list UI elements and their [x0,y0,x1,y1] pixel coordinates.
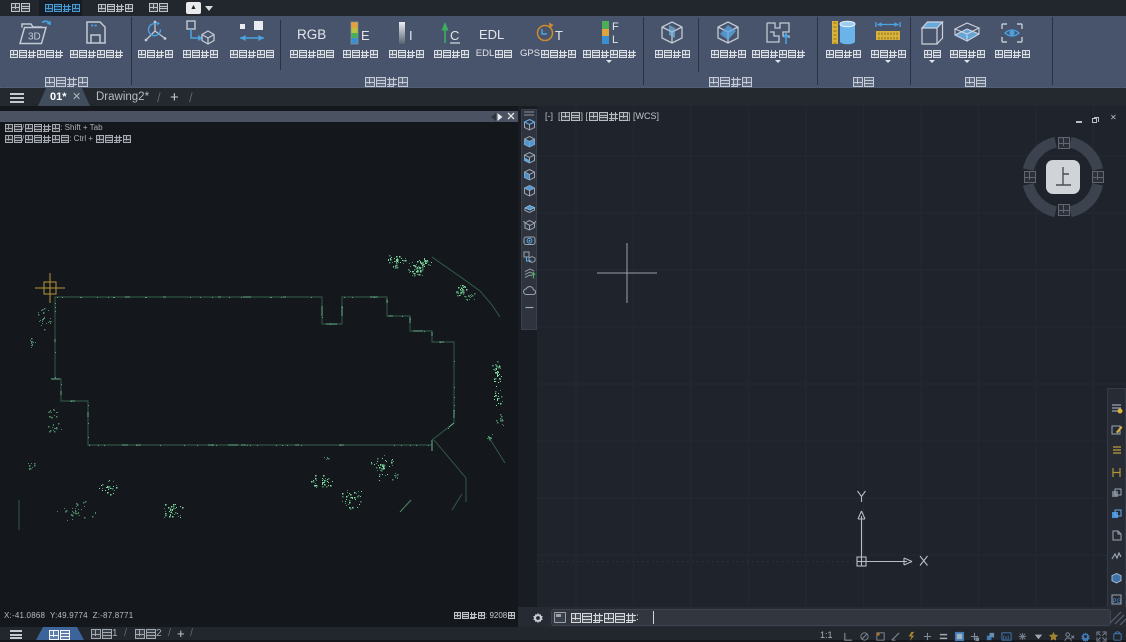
svg-text:EDL: EDL [479,27,504,42]
svg-text:PG: PG [1113,599,1122,605]
svg-text:L: L [612,34,618,46]
svg-text:E: E [361,28,370,43]
svg-text:C: C [450,28,459,43]
svg-text:F: F [612,21,619,33]
svg-text:3D: 3D [28,31,41,42]
svg-text:bd: bd [1003,635,1009,641]
svg-text:RGB: RGB [297,27,326,42]
svg-text:T: T [555,28,563,43]
svg-text:I: I [409,28,413,43]
